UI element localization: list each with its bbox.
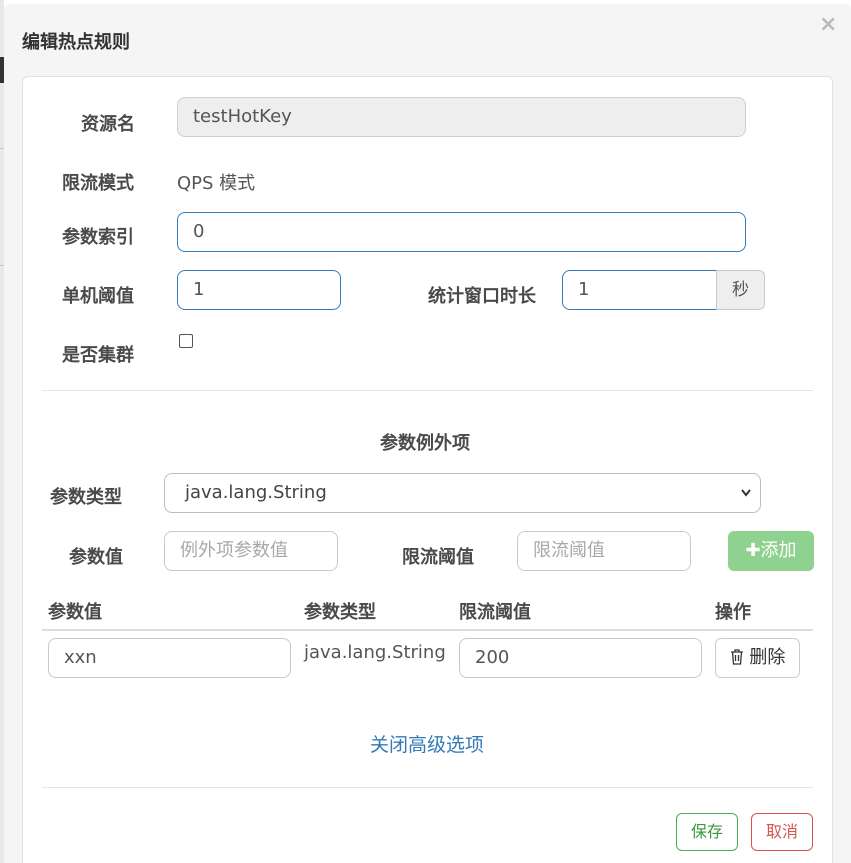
column-header-limit: 限流阈值: [459, 602, 531, 623]
section-divider: [42, 390, 813, 391]
cancel-button[interactable]: 取消: [751, 813, 813, 851]
resource-name-label: 资源名: [81, 114, 135, 135]
cluster-mode-checkbox[interactable]: [179, 334, 193, 348]
column-header-param-value: 参数值: [48, 602, 102, 623]
window-unit-addon: 秒: [716, 270, 765, 310]
footer-divider: [42, 787, 813, 788]
window-duration-label: 统计窗口时长: [428, 286, 536, 307]
add-button-label: 添加: [760, 540, 797, 561]
delete-row-button[interactable]: 删除: [715, 638, 800, 678]
flow-mode-value: QPS 模式: [177, 173, 256, 194]
chevron-down-icon: [740, 474, 752, 527]
close-icon[interactable]: ×: [819, 12, 837, 37]
single-threshold-input[interactable]: 1: [177, 270, 341, 310]
plus-icon: ✚: [745, 540, 761, 561]
param-type-select[interactable]: java.lang.String: [164, 473, 761, 513]
column-header-param-type: 参数类型: [304, 602, 376, 623]
param-value-input[interactable]: 例外项参数值: [164, 531, 338, 571]
limit-threshold-label: 限流阈值: [402, 547, 474, 568]
cluster-mode-label: 是否集群: [62, 345, 134, 366]
param-value-label: 参数值: [69, 547, 123, 568]
flow-mode-label: 限流模式: [62, 173, 134, 194]
row-param-value-input[interactable]: xxn: [48, 638, 291, 678]
row-limit-input[interactable]: 200: [459, 638, 702, 678]
param-index-label: 参数索引: [62, 227, 134, 248]
single-threshold-label: 单机阈值: [62, 286, 134, 307]
param-index-input[interactable]: 0: [177, 212, 746, 252]
param-type-selected: java.lang.String: [185, 482, 327, 503]
window-duration-input[interactable]: 1: [562, 270, 717, 310]
close-advanced-options-link[interactable]: 关闭高级选项: [370, 730, 484, 757]
rule-form-panel: 资源名 testHotKey 限流模式 QPS 模式 参数索引 0 单机阈值 1…: [22, 76, 833, 863]
edit-hotspot-rule-dialog: 编辑热点规则 × 资源名 testHotKey 限流模式 QPS 模式 参数索引…: [4, 4, 851, 863]
row-param-type: java.lang.String: [304, 642, 446, 663]
trash-icon: [730, 647, 750, 668]
param-type-label: 参数类型: [50, 487, 122, 508]
save-button[interactable]: 保存: [676, 813, 738, 851]
table-header-border: [42, 629, 813, 631]
param-exceptions-title: 参数例外项: [380, 433, 470, 454]
delete-button-label: 删除: [749, 647, 786, 668]
limit-threshold-input[interactable]: 限流阈值: [517, 531, 691, 571]
column-header-action: 操作: [715, 602, 751, 623]
dialog-title: 编辑热点规则: [22, 32, 130, 53]
add-exception-button[interactable]: ✚添加: [728, 531, 814, 571]
resource-name-input: testHotKey: [177, 97, 746, 137]
